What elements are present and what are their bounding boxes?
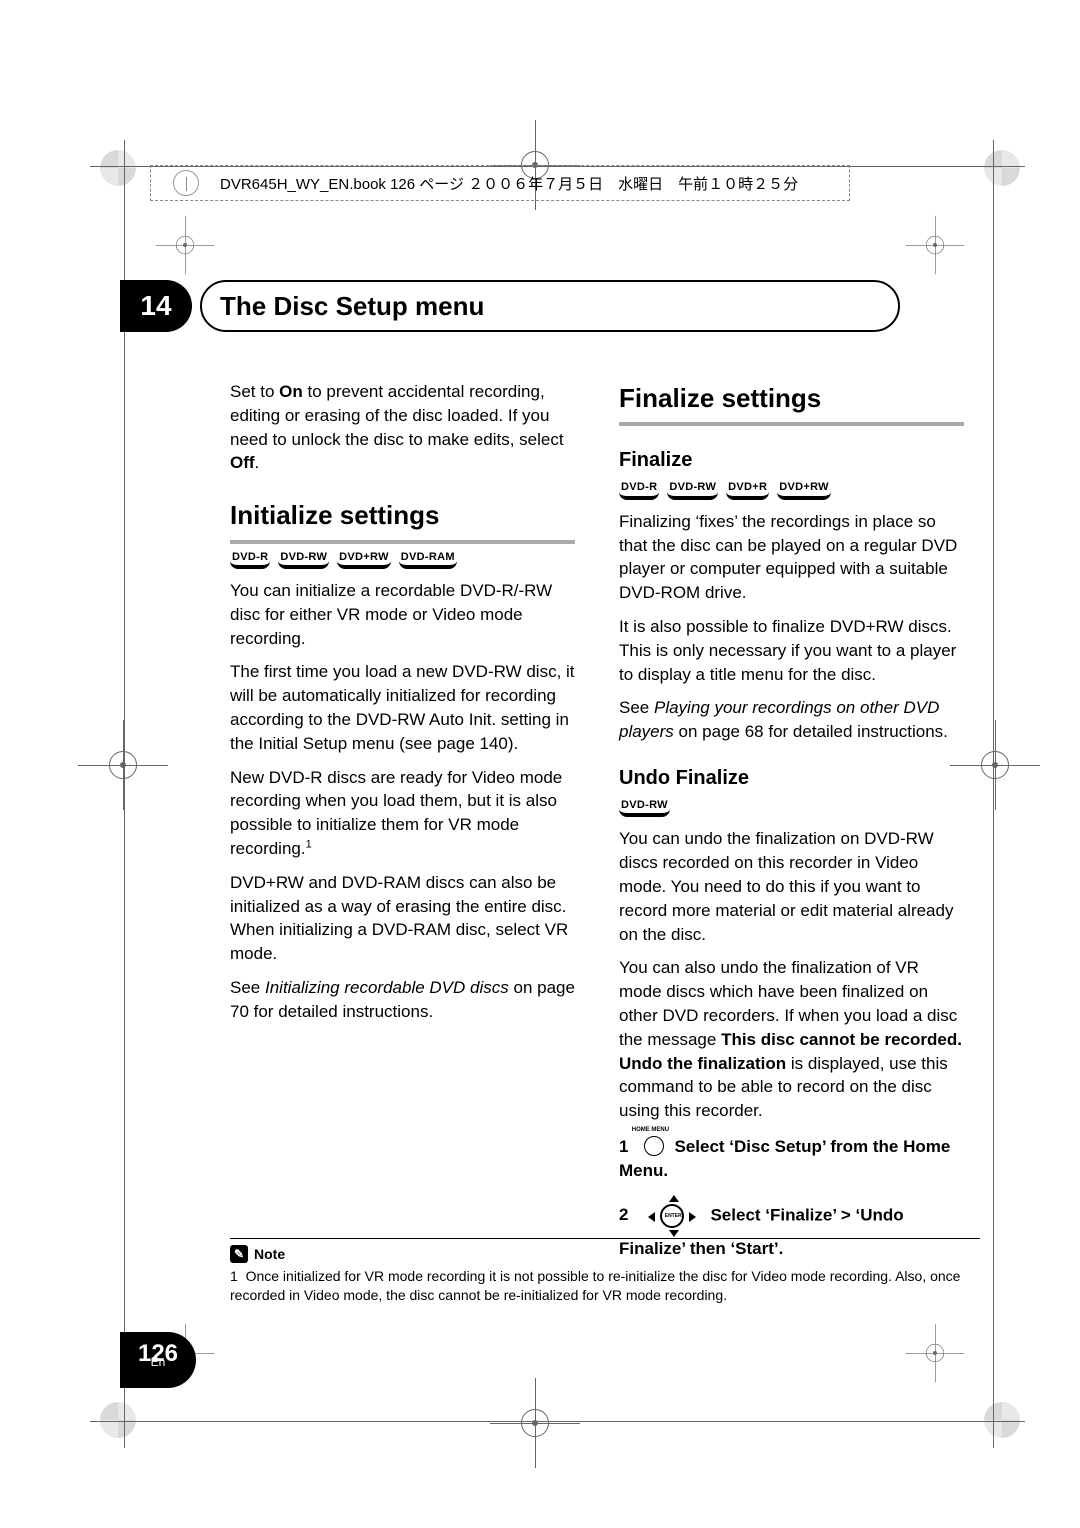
chapter-title: The Disc Setup menu (220, 291, 484, 322)
footnote-number: 1 (230, 1268, 238, 1284)
disc-badge: DVD-R (230, 550, 270, 569)
corner-ornament-bottom-right (984, 1402, 1020, 1438)
disc-badge: DVD-RAM (399, 550, 457, 569)
text: . (255, 453, 260, 472)
corner-ornament-bottom-left (100, 1402, 136, 1438)
note-label: Note (254, 1246, 285, 1262)
initialize-p1: You can initialize a recordable DVD-R/-R… (230, 579, 575, 650)
book-header-icon (173, 170, 199, 196)
finalize-settings-heading: Finalize settings (619, 380, 964, 426)
finalize-subheading: Finalize (619, 446, 964, 474)
finalize-disc-badges: DVD-R DVD-RW DVD+R DVD+RW (619, 480, 964, 499)
initialize-p4: DVD+RW and DVD-RAM discs can also be ini… (230, 871, 575, 966)
undo-finalize-p1: You can undo the finalization on DVD-RW … (619, 827, 964, 946)
step-1: 1 Select ‘Disc Setup’ from the Home Menu… (619, 1135, 964, 1183)
text: See (230, 978, 265, 997)
trim-line-right (993, 140, 994, 1448)
finalize-p2: It is also possible to finalize DVD+RW d… (619, 615, 964, 686)
page-number-badge: 126 En (120, 1332, 196, 1388)
lock-disc-paragraph: Set to On to prevent accidental recordin… (230, 380, 575, 475)
off-label: Off (230, 453, 255, 472)
disc-badge: DVD-RW (667, 480, 718, 499)
footnote-text: 1 Once initialized for VR mode recording… (230, 1267, 980, 1305)
disc-badge: DVD-RW (619, 798, 670, 817)
finalize-p1: Finalizing ‘fixes’ the recordings in pla… (619, 510, 964, 605)
step-number: 1 (619, 1135, 637, 1159)
trim-line-bottom (90, 1421, 1025, 1422)
right-column: Finalize settings Finalize DVD-R DVD-RW … (619, 380, 964, 1266)
step-text: Select ‘Disc Setup’ from the Home Menu. (619, 1137, 950, 1180)
footnote-block: ✎ Note 1 Once initialized for VR mode re… (230, 1220, 980, 1305)
note-heading: ✎ Note (230, 1245, 285, 1263)
registration-mark-mini-tl (156, 216, 215, 275)
disc-badge: DVD+RW (337, 550, 391, 569)
disc-badge: DVD+R (726, 480, 769, 499)
initialize-p2: The first time you load a new DVD-RW dis… (230, 660, 575, 755)
footnote-ref: 1 (306, 838, 312, 850)
note-icon: ✎ (230, 1245, 248, 1263)
initialize-p3: New DVD-R discs are ready for Video mode… (230, 766, 575, 861)
undo-finalize-disc-badges: DVD-RW (619, 798, 964, 817)
initialize-settings-heading: Initialize settings (230, 497, 575, 543)
registration-mark-left (78, 720, 168, 810)
chapter-number-badge: 14 (120, 280, 192, 332)
language-label: En (120, 1340, 196, 1384)
book-header-text: DVR645H_WY_EN.book 126 ページ ２００６年７月５日 水曜日… (220, 173, 798, 194)
corner-ornament-top-right (984, 150, 1020, 186)
initialize-disc-badges: DVD-R DVD-RW DVD+RW DVD-RAM (230, 550, 575, 569)
undo-finalize-subheading: Undo Finalize (619, 764, 964, 792)
home-menu-button-icon (644, 1136, 664, 1156)
cross-ref-italic: Initializing recordable DVD discs (265, 978, 509, 997)
registration-mark-mini-tr (906, 216, 965, 275)
trim-line-left (124, 140, 125, 1448)
on-label: On (279, 382, 303, 401)
text: Set to (230, 382, 279, 401)
text: on page 68 for detailed instructions. (674, 722, 948, 741)
content-columns: Set to On to prevent accidental recordin… (230, 380, 980, 1266)
footnote-rule (230, 1238, 980, 1239)
disc-badge: DVD+RW (777, 480, 831, 499)
chapter-title-capsule: The Disc Setup menu (200, 280, 900, 332)
registration-mark-mini-br (906, 1324, 965, 1383)
footnote-body: Once initialized for VR mode recording i… (230, 1268, 960, 1303)
disc-badge: DVD-RW (278, 550, 329, 569)
text: See (619, 698, 654, 717)
initialize-p5: See Initializing recordable DVD discs on… (230, 976, 575, 1024)
text: New DVD-R discs are ready for Video mode… (230, 768, 562, 858)
corner-ornament-top-left (100, 150, 136, 186)
registration-mark-bottom (490, 1378, 580, 1468)
disc-badge: DVD-R (619, 480, 659, 499)
left-column: Set to On to prevent accidental recordin… (230, 380, 575, 1266)
undo-finalize-p2: You can also undo the finalization of VR… (619, 956, 964, 1123)
finalize-p3: See Playing your recordings on other DVD… (619, 696, 964, 744)
